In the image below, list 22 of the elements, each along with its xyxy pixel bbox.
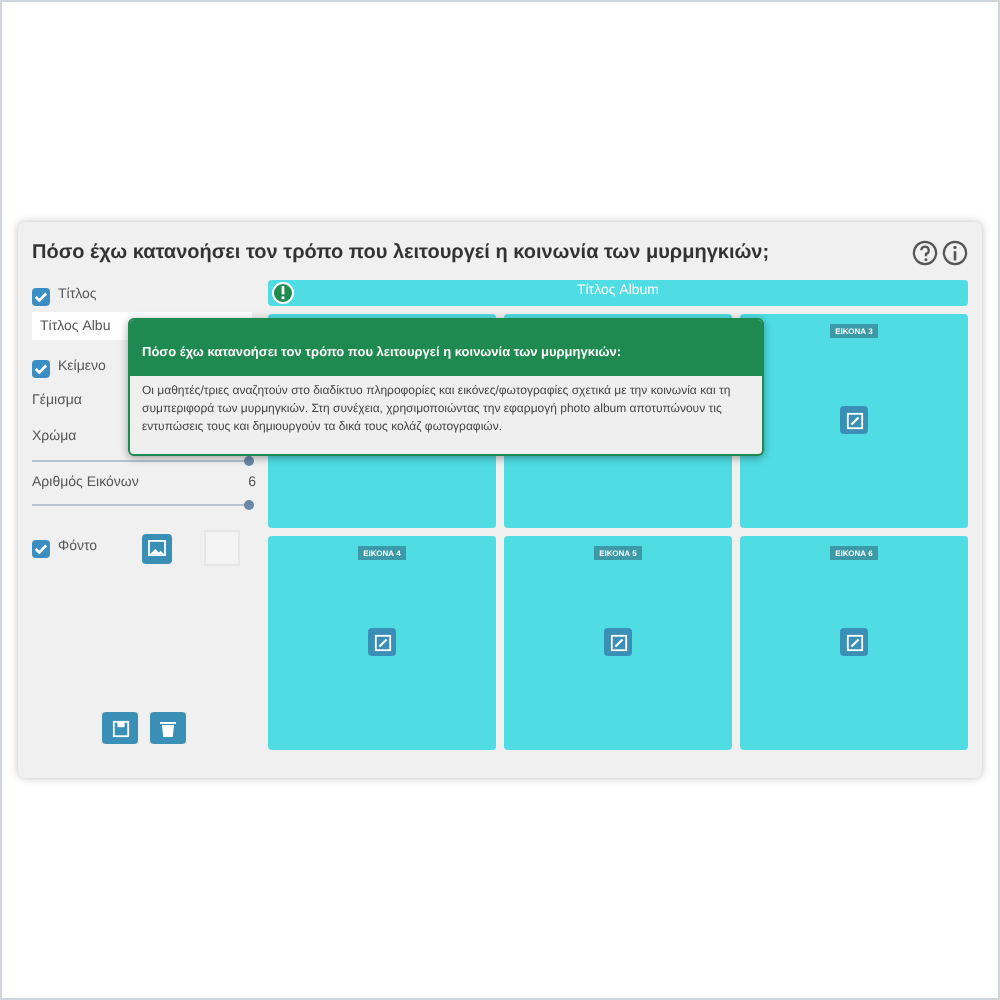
checkbox[interactable]: [32, 539, 50, 557]
edit-button[interactable]: [604, 628, 632, 656]
info-icon[interactable]: [942, 240, 968, 266]
trash-icon: [160, 719, 176, 737]
edit-button[interactable]: [840, 406, 868, 434]
save-icon: [111, 719, 129, 737]
slider-thumb[interactable]: [244, 500, 254, 510]
checkbox[interactable]: [32, 359, 50, 377]
edit-icon: [845, 633, 863, 651]
page-title: Πόσο έχω κατανοήσει τον τρόπο που λειτουργεί η κοινωνία των μυρμηγκιών;: [32, 240, 770, 268]
edit-icon: [845, 411, 863, 429]
edit-button[interactable]: [368, 628, 396, 656]
image-button[interactable]: [142, 533, 172, 563]
checkbox[interactable]: [32, 287, 50, 305]
edit-icon: [609, 633, 627, 651]
image-icon: [148, 540, 166, 556]
help-icon[interactable]: [912, 240, 938, 266]
warning-icon: [272, 282, 294, 304]
delete-button[interactable]: [150, 712, 186, 744]
save-button[interactable]: [102, 712, 138, 744]
edit-button[interactable]: [840, 628, 868, 656]
edit-icon: [373, 633, 391, 651]
